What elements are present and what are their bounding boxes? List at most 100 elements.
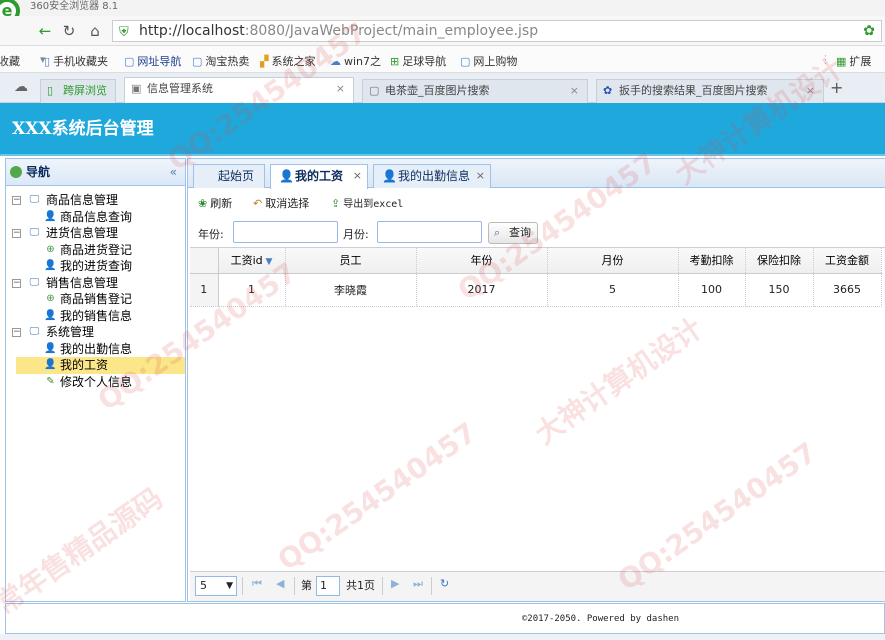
home-icon[interactable]: ⌂: [84, 20, 106, 42]
tree-item-edit-profile[interactable]: ✎ 修改个人信息: [6, 374, 185, 391]
close-icon[interactable]: ×: [353, 165, 362, 187]
tree-group-goods[interactable]: − 🖵 商品信息管理: [6, 192, 185, 209]
collapse-toggle-icon[interactable]: −: [12, 196, 21, 205]
unselect-button[interactable]: ↶ 取消选择: [253, 195, 309, 213]
cloud-icon[interactable]: ☁: [14, 79, 28, 95]
extensions-button[interactable]: ▦ 扩展: [836, 53, 871, 69]
collapse-icon[interactable]: «: [170, 159, 177, 186]
month-input[interactable]: [377, 221, 482, 243]
collapse-toggle-icon[interactable]: −: [12, 229, 21, 238]
reload-page-icon[interactable]: ↻: [440, 577, 449, 590]
browser-tab-active[interactable]: ▣ 信息管理系统 ×: [124, 77, 354, 103]
query-button[interactable]: ⌕ 查询: [488, 222, 538, 244]
bookmark-item[interactable]: 收藏: [0, 53, 20, 69]
tree-item-my-salary[interactable]: 👤 我的工资: [16, 357, 185, 374]
paw-icon: ✿: [603, 84, 613, 97]
add-circle-icon: ⊕: [46, 243, 55, 255]
page-size-select[interactable]: 5 ▼: [195, 576, 237, 596]
table-cell: 150: [745, 273, 814, 307]
export-excel-button[interactable]: ⇪ 导出到excel: [331, 195, 403, 214]
bookmark-item[interactable]: ☁ win7之: [330, 53, 381, 69]
new-tab-icon[interactable]: +: [830, 78, 843, 97]
search-icon: ⌕: [494, 226, 501, 239]
nav-tree: − 🖵 商品信息管理 👤 商品信息查询 − 🖵 进货信息管理 ⊕ 商品进货登记 …: [6, 186, 185, 390]
salary-table: 工资id ▼ 员工 年份 月份 考勤扣除 保险扣除 工资金额 1 1 李晓霞 2…: [190, 248, 882, 307]
tab-my-attendance[interactable]: 👤 我的出勤信息 ×: [373, 164, 491, 188]
table-header-row: 工资id ▼ 员工 年份 月份 考勤扣除 保险扣除 工资金额: [190, 248, 882, 274]
rownum-header: [190, 248, 219, 274]
tree-item-my-attendance[interactable]: 👤 我的出勤信息: [6, 341, 185, 358]
close-icon[interactable]: ×: [476, 165, 485, 187]
reload-icon[interactable]: ↻: [58, 20, 80, 42]
salary-grid: 工资id ▼ 员工 年份 月份 考勤扣除 保险扣除 工资金额 1 1 李晓霞 2…: [190, 247, 885, 572]
back-arrow-icon[interactable]: ←: [34, 20, 56, 42]
column-header[interactable]: 保险扣除: [745, 248, 814, 274]
column-header[interactable]: 年份: [416, 248, 548, 274]
table-cell: 1: [218, 273, 286, 307]
phone-icon: ▯: [44, 55, 51, 68]
column-header[interactable]: 员工: [285, 248, 417, 274]
tree-group-sales[interactable]: − 🖵 销售信息管理: [6, 275, 185, 292]
undo-icon: ↶: [253, 197, 263, 210]
content-panel: 起始页 👤 我的工资 × 👤 我的出勤信息 × ❀ 刷新 ↶ 取消选择 ⇪ 导出到ex…: [187, 158, 885, 602]
tree-item-my-purchase[interactable]: 👤 我的进货查询: [6, 258, 185, 275]
bookmark-item[interactable]: ▢ 网上购物: [460, 53, 517, 69]
person-icon: 👤: [279, 169, 294, 183]
last-page-icon[interactable]: ⏭: [413, 577, 423, 591]
prev-page-icon[interactable]: ◀: [276, 577, 284, 590]
monitor-icon: 🖵: [29, 326, 40, 337]
page-number-input[interactable]: 1: [316, 576, 340, 596]
tree-group-system[interactable]: − 🖵 系统管理: [6, 324, 185, 341]
column-header[interactable]: 月份: [547, 248, 679, 274]
bookmark-item[interactable]: ▢ 淘宝热卖: [192, 53, 249, 69]
close-icon[interactable]: ×: [806, 80, 815, 102]
tree-group-purchase[interactable]: − 🖵 进货信息管理: [6, 225, 185, 242]
column-header[interactable]: 工资金额: [813, 248, 882, 274]
address-bar: ← ↻ ⌂ ⛨ http://localhost:8080/JavaWebPro…: [0, 16, 885, 46]
pager-separator: [294, 577, 295, 595]
browser-titlebar: e 360安全浏览器 8.1: [0, 0, 885, 24]
browser-app-name: 360安全浏览器 8.1: [30, 1, 119, 12]
browser-tabbar: ☁ ▯ 跨屏浏览 ▣ 信息管理系统 × ▢ 电茶壶_百度图片搜索 × ✿ 扳手的…: [0, 73, 885, 103]
url-host: localhost: [181, 23, 245, 39]
sort-desc-icon: ▼: [262, 257, 273, 268]
row-number: 1: [190, 273, 219, 307]
table-cell: 李晓霞: [285, 273, 417, 307]
ball-icon: ⊞: [390, 55, 400, 68]
year-input[interactable]: [233, 221, 338, 243]
image-icon: ▣: [131, 82, 142, 95]
column-header[interactable]: 考勤扣除: [678, 248, 746, 274]
table-cell: 5: [547, 273, 679, 307]
bookmark-item[interactable]: ▞ 系统之家: [260, 53, 315, 69]
extensions-icon: ▦: [836, 55, 847, 68]
next-page-icon[interactable]: ▶: [391, 577, 399, 590]
tree-item-purchase-register[interactable]: ⊕ 商品进货登记: [6, 242, 185, 259]
table-row[interactable]: 1 1 李晓霞 2017 5 100 150 3665: [190, 273, 882, 307]
refresh-page-icon[interactable]: ✿: [863, 21, 875, 41]
tab-my-salary[interactable]: 👤 我的工资 ×: [270, 164, 368, 189]
bookmark-item[interactable]: ▯ 手机收藏夹: [44, 53, 108, 69]
close-icon[interactable]: ×: [336, 78, 345, 100]
tree-item-my-sales[interactable]: 👤 我的销售信息: [6, 308, 185, 325]
collapse-toggle-icon[interactable]: −: [12, 328, 21, 337]
url-scheme: http://: [139, 23, 182, 39]
browser-tab[interactable]: ▢ 电茶壶_百度图片搜索 ×: [362, 79, 588, 103]
close-icon[interactable]: ×: [570, 80, 579, 102]
bookmark-item[interactable]: ▢ 网址导航: [124, 53, 181, 69]
column-header[interactable]: 工资id ▼: [218, 248, 286, 274]
year-label: 年份:: [198, 228, 224, 241]
tree-item-goods-query[interactable]: 👤 商品信息查询: [6, 209, 185, 226]
table-cell: 100: [678, 273, 746, 307]
person-icon: 👤: [44, 260, 57, 271]
tab-home[interactable]: 起始页: [193, 164, 265, 188]
globe-icon: [10, 166, 22, 178]
refresh-button[interactable]: ❀ 刷新: [198, 195, 232, 213]
page-footer: ©2017-2050. Powered by dashen: [5, 603, 885, 634]
bookmark-item[interactable]: ⊞ 足球导航: [390, 53, 446, 69]
url-input[interactable]: ⛨ http://localhost:8080/JavaWebProject/m…: [112, 20, 882, 42]
browser-tab-crossscreen[interactable]: ▯ 跨屏浏览: [40, 79, 116, 103]
collapse-toggle-icon[interactable]: −: [12, 278, 21, 288]
browser-tab[interactable]: ✿ 扳手的搜索结果_百度图片搜索 ×: [596, 79, 824, 103]
tree-item-sales-register[interactable]: ⊕ 商品销售登记: [6, 291, 185, 308]
first-page-icon[interactable]: ⏮: [252, 577, 262, 591]
